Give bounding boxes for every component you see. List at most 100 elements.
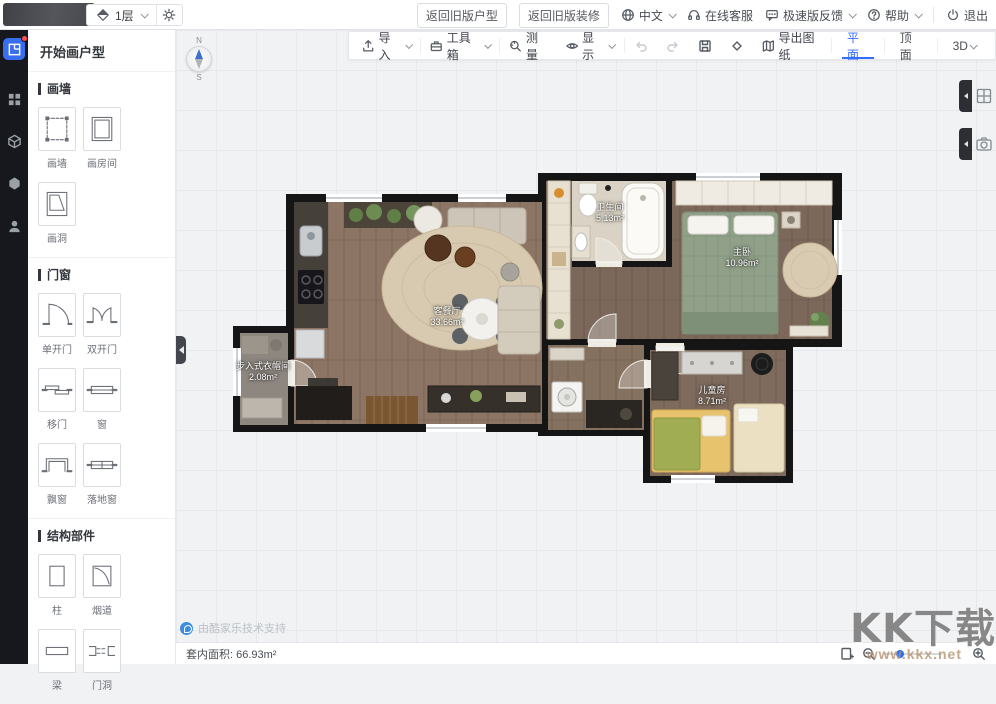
toolbox-icon [430, 39, 443, 53]
camera-button[interactable] [975, 135, 993, 153]
left-icon-strip [0, 30, 28, 664]
display-button[interactable]: 显示 [557, 32, 624, 59]
tool-sliding-door[interactable]: 移门 [38, 368, 76, 431]
tab-3d-view[interactable]: 3D [938, 32, 991, 59]
back-old-floorplan-button[interactable]: 返回旧版户型 [417, 3, 507, 28]
tool-draw-room[interactable]: 画房间 [83, 107, 121, 170]
map-icon [762, 39, 775, 53]
language-label: 中文 [639, 7, 663, 24]
save-icon [698, 39, 712, 53]
layout-window-button[interactable] [975, 87, 993, 105]
draw-hole-icon [41, 186, 73, 222]
feedback-menu[interactable]: 极速版反馈 [765, 7, 855, 24]
tool-single-door[interactable]: 单开门 [38, 293, 76, 356]
tool-column[interactable]: 柱 [38, 554, 76, 617]
fit-screen-icon[interactable] [840, 647, 854, 661]
compass-face [186, 46, 212, 72]
sidebar-item-library[interactable] [3, 88, 25, 110]
section-title: 画墙 [47, 80, 71, 97]
tool-door-opening[interactable]: 门洞 [83, 629, 121, 692]
back-old-decor-button[interactable]: 返回旧版装修 [519, 3, 609, 28]
layers-diamond-icon [96, 8, 110, 22]
redo-button[interactable] [657, 32, 689, 59]
eraser-button[interactable] [721, 32, 753, 59]
question-circle-icon [867, 8, 881, 22]
tool-beam[interactable]: 梁 [38, 629, 76, 692]
panel-title: 开始画户型 [28, 30, 175, 71]
tool-draw-opening[interactable]: 画洞 [38, 182, 76, 245]
floorplan-drawing[interactable] [176, 30, 996, 642]
chevron-down-icon [140, 10, 148, 18]
exit-label: 退出 [964, 7, 988, 24]
right-panel-collapse-2[interactable] [959, 128, 972, 160]
undo-icon [634, 39, 648, 53]
zoom-in-icon[interactable] [972, 647, 986, 661]
tool-floor-window[interactable]: 落地窗 [83, 443, 121, 506]
import-icon [362, 39, 374, 53]
tool-window[interactable]: 窗 [83, 368, 121, 431]
chevron-down-icon [405, 41, 413, 49]
chevron-down-icon [668, 10, 676, 18]
zoom-slider[interactable] [884, 653, 942, 655]
tool-double-door[interactable]: 双开门 [83, 293, 121, 356]
measure-button[interactable]: 测量 [500, 32, 556, 59]
draw-room-icon [86, 111, 118, 147]
floor-settings-button[interactable] [156, 5, 182, 25]
tool-draw-wall[interactable]: 画墙 [38, 107, 76, 170]
toolbox-button[interactable]: 工具箱 [421, 32, 499, 59]
online-support-button[interactable]: 在线客服 [687, 7, 753, 24]
section-bar [38, 269, 41, 281]
online-support-label: 在线客服 [705, 7, 753, 24]
zoom-controls [840, 647, 986, 661]
tool-flue[interactable]: 烟道 [83, 554, 121, 617]
sidebar-item-floorplan[interactable] [3, 38, 25, 60]
sidebar-item-materials[interactable] [3, 172, 25, 194]
floor-selector-group: 1层 [86, 4, 183, 26]
sliding-door-icon [41, 372, 73, 408]
panel-collapse-handle[interactable] [176, 336, 186, 364]
camera-icon [975, 135, 993, 153]
section-bar [38, 83, 41, 95]
gem-icon [7, 176, 22, 191]
import-button[interactable]: 导入 [353, 32, 420, 59]
help-label: 帮助 [885, 7, 909, 24]
floor-window-icon [86, 447, 118, 483]
export-drawing-button[interactable]: 导出图纸 [753, 32, 831, 59]
tool-bay-window[interactable]: 飘窗 [38, 443, 76, 506]
floor-selector[interactable]: 1层 [87, 5, 156, 25]
eraser-diamond-icon [730, 39, 744, 53]
compass-needle-north [195, 49, 203, 59]
sidebar-item-account[interactable] [3, 215, 25, 237]
chevron-down-icon [848, 10, 856, 18]
tab-ceiling-view[interactable]: 顶面 [885, 32, 937, 59]
compass: N S [184, 36, 214, 82]
top-bar-right: 返回旧版户型 返回旧版装修 中文 在线客服 极速版反馈 帮助 [417, 0, 988, 30]
bay-window-icon [41, 447, 73, 483]
tool-panel: 开始画户型 画墙 画墙 画房间 [28, 30, 176, 664]
undo-button[interactable] [625, 32, 657, 59]
tab-plan-view[interactable]: 平面 [832, 32, 884, 59]
children-room-furniture [652, 352, 784, 472]
floor-selector-label: 1层 [115, 7, 134, 24]
notification-badge [21, 35, 28, 42]
top-bar: 1层 返回旧版户型 返回旧版装修 中文 在线客服 [0, 0, 996, 30]
powered-by-text: 由酷家乐技术支持 [198, 620, 286, 636]
exit-button[interactable]: 退出 [946, 7, 988, 24]
closet-strip [548, 181, 570, 339]
chevron-down-icon [609, 41, 617, 49]
chevron-down-icon [484, 41, 492, 49]
zoom-slider-handle[interactable] [896, 650, 904, 658]
section-title: 结构部件 [47, 527, 95, 544]
window-icon [86, 372, 118, 408]
save-button[interactable] [689, 32, 721, 59]
sidebar-item-models[interactable] [3, 130, 25, 152]
right-panel-collapse-1[interactable] [959, 80, 972, 112]
divider [933, 7, 934, 23]
help-menu[interactable]: 帮助 [867, 7, 921, 24]
floorplan-canvas[interactable]: 客餐厅33.66m² 主卧10.96m² 卫生间5.13m² 步入式衣帽间2.0… [176, 30, 996, 642]
headset-icon [687, 8, 701, 22]
feedback-label: 极速版反馈 [783, 7, 843, 24]
zoom-out-icon[interactable] [862, 647, 876, 661]
chevron-down-icon [969, 41, 977, 49]
language-menu[interactable]: 中文 [621, 7, 675, 24]
